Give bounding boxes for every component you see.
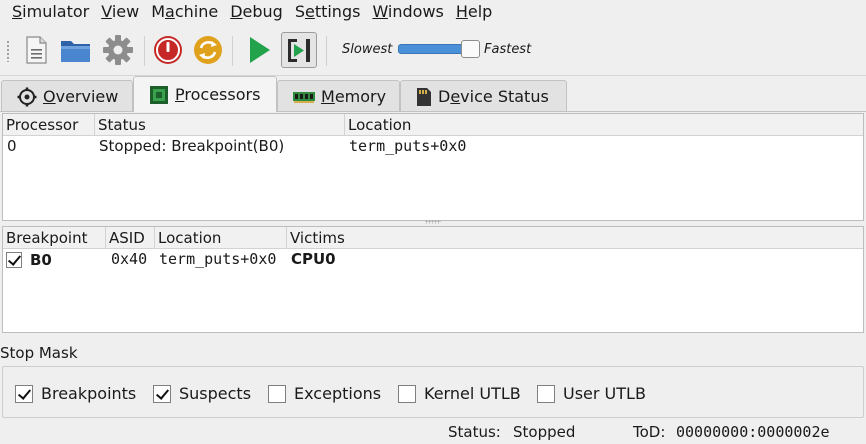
column-header-breakpoint[interactable]: Breakpoint <box>3 227 106 249</box>
reset-button[interactable] <box>190 32 226 68</box>
stop-mask-exceptions[interactable]: Exceptions <box>268 384 381 403</box>
speed-slowest-label: Slowest <box>342 42 393 57</box>
exceptions-label: Exceptions <box>294 384 382 403</box>
reset-icon <box>194 36 222 64</box>
breakpoints-table: Breakpoint ASID Location Victims B0 0x40… <box>2 226 864 333</box>
tab-bar: Overview Processors Memory Device Status <box>0 76 866 112</box>
sd-card-icon <box>417 87 431 106</box>
breakpoint-asid-cell: 0x40 <box>111 250 148 268</box>
gear-icon <box>17 87 37 106</box>
processor-status-cell: Stopped: Breakpoint(B0) <box>99 137 285 155</box>
processors-table-header: Processor Status Location <box>3 114 863 136</box>
table-row[interactable]: 0 Stopped: Breakpoint(B0) term_puts+0x0 <box>3 136 863 158</box>
user-utlb-checkbox[interactable] <box>537 384 555 403</box>
tab-memory[interactable]: Memory <box>277 80 400 112</box>
step-icon <box>288 39 310 62</box>
menu-view[interactable]: View <box>95 0 145 24</box>
menu-settings[interactable]: Settings <box>289 0 367 24</box>
toolbar-separator <box>232 36 233 66</box>
suspects-checkbox[interactable] <box>153 384 171 403</box>
suspects-label: Suspects <box>179 384 252 403</box>
kernel-utlb-checkbox[interactable] <box>398 384 416 403</box>
menu-windows[interactable]: Windows <box>366 0 449 24</box>
menu-machine[interactable]: Machine <box>145 0 224 24</box>
new-config-button[interactable] <box>18 32 54 68</box>
settings-gear-icon <box>103 35 133 65</box>
column-header-status[interactable]: Status <box>95 114 345 136</box>
breakpoint-location-cell: term_puts+0x0 <box>159 250 277 268</box>
toolbar-separator <box>144 36 145 66</box>
stop-mask-suspects[interactable]: Suspects <box>153 384 251 403</box>
breakpoint-cell: B0 <box>3 249 52 271</box>
status-label: Status: <box>448 423 501 441</box>
processor-id-cell: 0 <box>7 137 17 155</box>
column-header-location[interactable]: Location <box>345 114 863 136</box>
column-header-victims[interactable]: Victims <box>287 227 863 249</box>
toolbar: Slowest Fastest <box>0 24 866 76</box>
menu-simulator[interactable]: Simulator <box>0 0 95 24</box>
stop-mask-group: Breakpoints Suspects Exceptions Kernel U… <box>2 366 864 418</box>
column-header-asid[interactable]: ASID <box>106 227 155 249</box>
tab-processors[interactable]: Processors <box>133 76 277 112</box>
memory-module-icon <box>293 91 315 103</box>
step-button[interactable] <box>281 32 317 68</box>
status-value: Stopped <box>513 423 576 441</box>
new-config-icon <box>26 36 47 64</box>
pane-splitter[interactable] <box>425 220 441 224</box>
processors-table: Processor Status Location 0 Stopped: Bre… <box>2 113 864 221</box>
menu-debug[interactable]: Debug <box>224 0 289 24</box>
tod-label: ToD: <box>633 423 666 441</box>
processor-location-cell: term_puts+0x0 <box>349 137 467 155</box>
play-icon <box>250 37 270 63</box>
toolbar-separator <box>326 36 327 66</box>
tab-device-status[interactable]: Device Status <box>400 80 567 112</box>
stop-mask-kernel-utlb[interactable]: Kernel UTLB <box>398 384 521 403</box>
speed-slider-handle[interactable] <box>461 40 480 58</box>
toolbar-grip[interactable] <box>6 40 10 62</box>
tod-value: 00000000:0000002e <box>676 423 830 441</box>
column-header-processor[interactable]: Processor <box>3 114 95 136</box>
tab-overview[interactable]: Overview <box>1 80 133 112</box>
cpu-chip-icon <box>150 85 168 104</box>
status-bar: Status: Stopped ToD: 00000000:0000002e <box>0 420 866 444</box>
play-button[interactable] <box>240 32 276 68</box>
breakpoints-label: Breakpoints <box>41 384 137 403</box>
breakpoints-table-header: Breakpoint ASID Location Victims <box>3 227 863 249</box>
open-folder-icon <box>61 41 90 62</box>
stop-mask-breakpoints[interactable]: Breakpoints <box>15 384 136 403</box>
speed-fastest-label: Fastest <box>484 42 532 57</box>
settings-button[interactable] <box>100 32 136 68</box>
stop-mask-title: Stop Mask <box>0 344 78 362</box>
user-utlb-label: User UTLB <box>563 384 646 403</box>
power-off-icon <box>154 36 182 64</box>
tab-underline <box>0 111 866 112</box>
power-off-button[interactable] <box>150 32 186 68</box>
exceptions-checkbox[interactable] <box>268 384 286 403</box>
breakpoint-id: B0 <box>30 250 52 269</box>
breakpoints-checkbox[interactable] <box>15 384 33 403</box>
open-button[interactable] <box>58 32 94 68</box>
table-row[interactable]: B0 0x40 term_puts+0x0 CPU0 <box>3 249 863 271</box>
breakpoint-enabled-checkbox[interactable] <box>6 252 22 268</box>
kernel-utlb-label: Kernel UTLB <box>424 384 521 403</box>
menu-bar: Simulator View Machine Debug Settings Wi… <box>0 0 866 24</box>
stop-mask-user-utlb[interactable]: User UTLB <box>537 384 646 403</box>
column-header-location[interactable]: Location <box>155 227 287 249</box>
menu-help[interactable]: Help <box>450 0 498 24</box>
breakpoint-victims-cell: CPU0 <box>291 250 336 268</box>
